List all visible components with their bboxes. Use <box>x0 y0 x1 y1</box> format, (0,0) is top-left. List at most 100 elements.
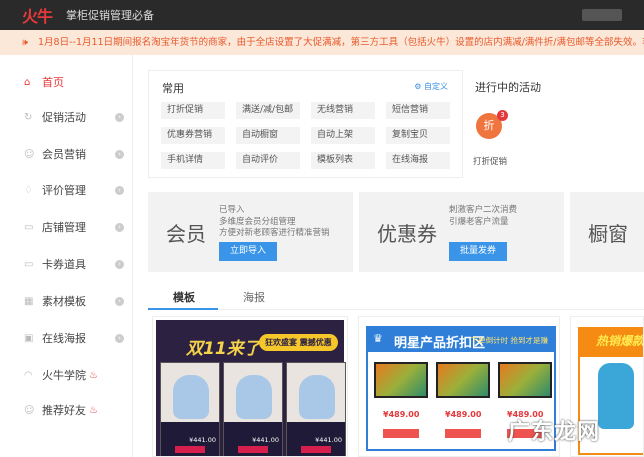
sidebar-item-label: 卡券道具 <box>42 258 86 271</box>
top-bar: 火牛 掌柜促销管理必备 <box>0 0 644 30</box>
fire-icon: ♨ <box>89 369 98 381</box>
chevron-right-icon: › <box>115 185 124 195</box>
member-card: 会员 已导入 多维度会员分组管理 方便对新老顾客进行精准营销 立即导入 <box>148 192 353 272</box>
sidebar-item-label: 促销活动 <box>42 111 86 124</box>
sidebar-item-invite[interactable]: ☺ 推荐好友 ♨ <box>24 400 124 420</box>
template-pill: 狂欢盛宴 震撼优惠 <box>259 334 338 351</box>
sidebar-item-label: 火牛学院 <box>42 369 86 382</box>
tab-posters[interactable]: 海报 <box>243 289 265 305</box>
quick-item[interactable]: 无线营销 <box>311 102 375 119</box>
sidebar-item-label: 店铺管理 <box>42 221 86 234</box>
quick-item[interactable]: 优惠券营销 <box>161 127 225 144</box>
template-title: 热销爆款 <box>580 329 643 357</box>
quick-item[interactable]: 复制宝贝 <box>386 127 450 144</box>
tv-image <box>498 362 552 398</box>
sidebar-item-poster[interactable]: ▣ 在线海报 › <box>24 328 124 348</box>
product-thumb: ¥441.00 <box>223 362 283 456</box>
card-title: 橱窗 <box>588 222 628 246</box>
speaker-icon: 🕪 <box>22 37 28 48</box>
chevron-right-icon: › <box>115 112 124 122</box>
home-icon: ⌂ <box>24 76 31 88</box>
chevron-right-icon: › <box>115 296 124 306</box>
quick-item[interactable]: 打折促销 <box>161 102 225 119</box>
tab-templates[interactable]: 模板 <box>173 289 195 305</box>
fire-icon: ♨ <box>89 404 98 416</box>
quick-item[interactable]: 短信营销 <box>386 102 450 119</box>
product-thumb: ¥441.00 <box>160 362 220 456</box>
quick-item[interactable]: 模板列表 <box>311 152 375 169</box>
logo[interactable]: 火牛 <box>22 3 53 27</box>
card-desc: 刺激客户二次消费 引爆老客户流量 <box>449 205 518 227</box>
tv-image <box>374 362 428 398</box>
common-title: 常用 <box>162 82 184 95</box>
sidebar-item-promotion[interactable]: ↻ 促销活动 › <box>24 107 124 127</box>
sidebar-item-label: 首页 <box>42 76 64 89</box>
sidebar-item-label: 评价管理 <box>42 184 86 197</box>
refresh-icon: ↻ <box>24 111 33 123</box>
user-account[interactable] <box>582 9 622 21</box>
common-panel: 常用 ⚙ 自定义 打折促销 满送/减/包邮 无线营销 短信营销 优惠券营销 自动… <box>148 70 463 178</box>
sidebar-item-label: 素材模板 <box>42 295 86 308</box>
quick-item[interactable]: 自动橱窗 <box>236 127 300 144</box>
user-icon: ☺ <box>24 148 35 160</box>
tab-underline <box>148 308 218 310</box>
sidebar-item-label: 会员营销 <box>42 148 86 161</box>
notice-text: 1月8日--1月11日期间报名淘宝年货节的商家，由于全店设置了大促满减，第三方工… <box>38 37 644 48</box>
price: ¥489.00 <box>383 410 420 419</box>
import-button[interactable]: 立即导入 <box>219 242 277 261</box>
window-card: 橱窗 <box>570 192 644 272</box>
buy-button <box>445 429 481 438</box>
quick-item[interactable]: 自动上架 <box>311 127 375 144</box>
sidebar: ⌂ 首页 ↻ 促销活动 › ☺ 会员营销 › ♢ 评价管理 › ▭ 店铺管理 › ▭ 卡券道具 › ▦… <box>0 55 133 457</box>
active-campaigns-panel: 进行中的活动 折 3 打折促销 <box>468 70 644 178</box>
tab-divider <box>148 309 644 310</box>
activity-label[interactable]: 打折促销 <box>473 155 507 167</box>
sidebar-item-home[interactable]: ⌂ 首页 <box>24 72 124 92</box>
quick-item[interactable]: 自动评价 <box>236 152 300 169</box>
template-subtitle: 下单倒计时 抢到才是赚 <box>470 336 548 345</box>
image-icon: ▣ <box>24 332 34 344</box>
sidebar-item-coupon[interactable]: ▭ 卡券道具 › <box>24 254 124 274</box>
sidebar-item-member[interactable]: ☺ 会员营销 › <box>24 144 124 164</box>
store-icon: ▭ <box>24 221 34 233</box>
card-desc: 已导入 多维度会员分组管理 方便对新老顾客进行精准营销 <box>219 205 330 238</box>
sidebar-item-store[interactable]: ▭ 店铺管理 › <box>24 217 124 237</box>
tv-image <box>436 362 490 398</box>
activity-title: 进行中的活动 <box>475 81 541 94</box>
sidebar-item-label: 在线海报 <box>42 332 86 345</box>
template-title: 双11来了 <box>186 339 261 359</box>
crown-icon: ♛ <box>373 332 383 345</box>
product-thumb: ¥441.00 <box>286 362 346 456</box>
buy-button <box>383 429 419 438</box>
sidebar-item-review[interactable]: ♢ 评价管理 › <box>24 180 124 200</box>
backpack-image <box>598 363 634 429</box>
customize-label: 自定义 <box>424 82 448 91</box>
friends-icon: ☺ <box>24 404 35 416</box>
template-double11[interactable]: 双11来了 狂欢盛宴 震撼优惠 ¥441.00 ¥441.00 ¥441.00 <box>152 316 348 457</box>
chevron-right-icon: › <box>115 149 124 159</box>
sidebar-item-label: 推荐好友 <box>42 404 86 417</box>
customize-link[interactable]: ⚙ 自定义 <box>414 81 448 92</box>
price: ¥489.00 <box>445 410 482 419</box>
quick-item[interactable]: 满送/减/包邮 <box>236 102 300 119</box>
card-icon: ▭ <box>24 258 34 270</box>
card-title: 优惠券 <box>377 222 437 246</box>
slogan: 掌柜促销管理必备 <box>66 9 155 22</box>
quick-item[interactable]: 在线海报 <box>386 152 450 169</box>
gear-icon: ⚙ <box>414 82 424 91</box>
watermark: 广东龙网 <box>508 420 601 445</box>
sidebar-item-material[interactable]: ▦ 素材模板 › <box>24 291 124 311</box>
chevron-right-icon: › <box>115 259 124 269</box>
count-badge: 3 <box>497 110 508 121</box>
chevron-right-icon: › <box>115 333 124 343</box>
sidebar-item-academy[interactable]: ◠ 火牛学院 ♨ <box>24 365 124 385</box>
academy-icon: ◠ <box>24 369 33 381</box>
grid-icon: ▦ <box>24 295 34 307</box>
bell-icon: ♢ <box>24 184 33 196</box>
coupon-card: 优惠券 刺激客户二次消费 引爆老客户流量 批量发券 <box>359 192 564 272</box>
quick-item[interactable]: 手机详情 <box>161 152 225 169</box>
batch-coupon-button[interactable]: 批量发券 <box>449 242 507 261</box>
chevron-right-icon: › <box>115 222 124 232</box>
card-title: 会员 <box>166 222 206 246</box>
notice-bar: 🕪 1月8日--1月11日期间报名淘宝年货节的商家，由于全店设置了大促满减，第三… <box>0 30 644 55</box>
